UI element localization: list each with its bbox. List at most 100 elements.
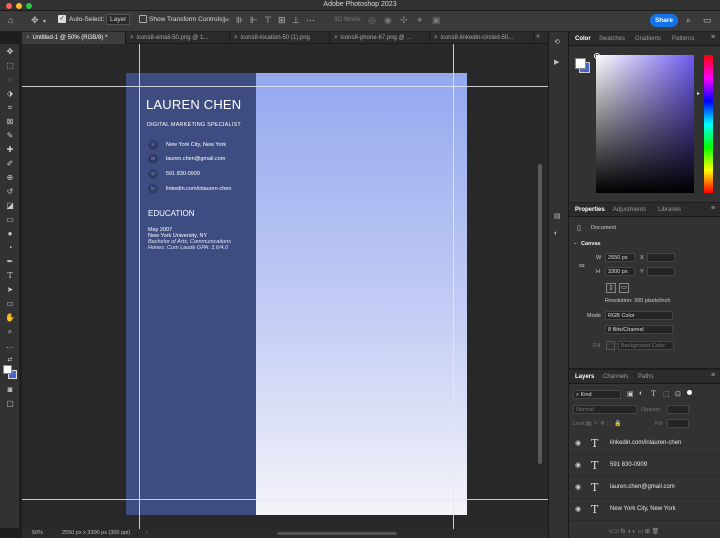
- color-picker-handle[interactable]: [594, 53, 600, 59]
- tab-color[interactable]: Color: [575, 32, 591, 46]
- align-center-icon[interactable]: ⊪: [236, 15, 244, 26]
- chevron-right-icon[interactable]: ›: [146, 530, 148, 536]
- vertical-scrollbar[interactable]: [538, 164, 542, 464]
- pen-tool-icon[interactable]: ✒: [3, 256, 17, 268]
- orbit-3d-icon[interactable]: ◎: [368, 15, 376, 26]
- object-select-tool-icon[interactable]: ⬗: [3, 88, 17, 100]
- more-tabs-icon[interactable]: »: [536, 33, 540, 40]
- close-icon[interactable]: ×: [130, 35, 134, 41]
- fill-color-swatch[interactable]: [606, 341, 615, 350]
- height-field[interactable]: 3300 px: [605, 267, 635, 276]
- gradient-tool-icon[interactable]: ▭: [3, 214, 17, 226]
- close-icon[interactable]: ×: [26, 35, 30, 41]
- horizontal-guide[interactable]: [22, 86, 548, 87]
- tab-channels[interactable]: Channels: [603, 370, 628, 384]
- align-left-icon[interactable]: ⊫: [222, 15, 230, 26]
- document-canvas[interactable]: LAUREN CHEN DIGITAL MARKETING SPECIALIST…: [126, 73, 467, 515]
- brush-tool-icon[interactable]: ✐: [3, 158, 17, 170]
- layer-item[interactable]: ◉ T New York City, New York: [569, 499, 720, 521]
- tab-phone-icon-file[interactable]: × icons8-phone-67.png @ ...: [330, 32, 430, 44]
- visibility-eye-icon[interactable]: ◉: [575, 505, 581, 513]
- scale-3d-icon[interactable]: ▣: [432, 15, 441, 26]
- tab-patterns[interactable]: Patterns: [672, 32, 694, 46]
- visibility-eye-icon[interactable]: ◉: [575, 483, 581, 491]
- layer-item[interactable]: ◉ T lauren.chen@gmail.com: [569, 477, 720, 499]
- actions-panel-icon[interactable]: ▶: [554, 58, 559, 66]
- layer-select[interactable]: Layer: [106, 14, 131, 25]
- tab-email-icon-file[interactable]: × icons8-email-50.png @ 1...: [126, 32, 230, 44]
- slide-3d-icon[interactable]: ✦: [416, 15, 424, 26]
- tab-adjustments[interactable]: Adjustments: [613, 203, 646, 217]
- home-icon[interactable]: ⌂: [8, 15, 13, 25]
- history-panel-icon[interactable]: ⟲: [554, 38, 560, 46]
- close-icon[interactable]: ×: [334, 35, 338, 41]
- healing-brush-tool-icon[interactable]: ✚: [3, 144, 17, 156]
- align-bottom-icon[interactable]: ⊥: [292, 15, 300, 26]
- filter-type-icon[interactable]: T: [651, 390, 656, 398]
- eraser-tool-icon[interactable]: ◪: [3, 200, 17, 212]
- move-tool-icon[interactable]: ✥: [31, 15, 39, 26]
- zoom-level[interactable]: 50%: [32, 530, 43, 536]
- tab-linkedin-icon-file[interactable]: × icons8-linkedin-circled-50...: [430, 32, 534, 44]
- hand-tool-icon[interactable]: ✋: [3, 312, 17, 324]
- vertical-guide[interactable]: [139, 44, 140, 529]
- filter-toggle[interactable]: [687, 390, 692, 395]
- zoom-tool-icon[interactable]: ⌕: [3, 326, 17, 338]
- tab-untitled-1[interactable]: × Untitled-1 @ 50% (RGB/8) *: [22, 32, 126, 44]
- tab-layers[interactable]: Layers: [575, 370, 594, 384]
- quick-mask-icon[interactable]: ◙: [3, 384, 17, 396]
- bit-depth-select[interactable]: 8 Bits/Channel: [605, 325, 673, 334]
- vertical-guide[interactable]: [453, 44, 454, 529]
- panel-menu-icon[interactable]: ≡: [711, 372, 715, 379]
- distribute-icon[interactable]: ⋯: [306, 15, 315, 26]
- horizontal-guide[interactable]: [22, 499, 548, 500]
- layer-item[interactable]: ◉ T linkedin.com/inlauren-chen: [569, 433, 720, 455]
- filter-adjustment-icon[interactable]: ◐: [639, 390, 643, 397]
- hue-slider-handle-icon[interactable]: ▸: [697, 90, 700, 97]
- width-field[interactable]: 2550 px: [605, 253, 635, 262]
- blur-tool-icon[interactable]: ●: [3, 228, 17, 240]
- filter-pixel-icon[interactable]: ▣: [627, 390, 634, 398]
- visibility-eye-icon[interactable]: ◉: [575, 461, 581, 469]
- move-tool-icon[interactable]: ✥: [3, 46, 17, 58]
- pan-3d-icon[interactable]: ✣: [400, 15, 408, 26]
- y-field[interactable]: [647, 267, 675, 276]
- blend-mode-select[interactable]: Normal: [573, 405, 637, 414]
- adjustments-panel-icon[interactable]: ◐: [554, 230, 558, 237]
- lock-icons[interactable]: ▦ ✎ ✥ ⬚ 🔒: [586, 420, 622, 427]
- type-tool-icon[interactable]: T: [3, 270, 17, 282]
- tab-libraries[interactable]: Libraries: [658, 203, 681, 217]
- align-top-icon[interactable]: ⊤: [264, 15, 272, 26]
- link-dimensions-icon[interactable]: ∞: [579, 261, 585, 270]
- hue-slider[interactable]: [704, 55, 713, 193]
- canvas-area[interactable]: LAUREN CHEN DIGITAL MARKETING SPECIALIST…: [22, 44, 548, 529]
- history-brush-tool-icon[interactable]: ↺: [3, 186, 17, 198]
- panel-menu-icon[interactable]: ≡: [711, 205, 715, 212]
- frame-tool-icon[interactable]: ⊠: [3, 116, 17, 128]
- workspace-icon[interactable]: ▭: [703, 15, 712, 26]
- artboard-tool-icon[interactable]: ⬚: [3, 60, 17, 72]
- rectangle-tool-icon[interactable]: ▭: [3, 298, 17, 310]
- chevron-down-icon[interactable]: ⌄: [573, 240, 578, 246]
- opacity-field[interactable]: [667, 405, 689, 414]
- align-right-icon[interactable]: ⊩: [250, 15, 258, 26]
- chevron-down-icon[interactable]: ▾: [43, 18, 46, 25]
- foreground-color-chip[interactable]: [575, 58, 586, 69]
- x-field[interactable]: [647, 253, 675, 262]
- panel-menu-icon[interactable]: ≡: [711, 34, 715, 41]
- foreground-color-swatch[interactable]: [3, 365, 12, 374]
- layers-footer-icons[interactable]: ⊂⊃ fx ◑ ◐ ▭ ⊞ 🗑: [609, 528, 659, 535]
- close-icon[interactable]: ×: [234, 35, 238, 41]
- tab-swatches[interactable]: Swatches: [599, 32, 625, 46]
- color-mode-select[interactable]: RGB Color: [605, 311, 673, 320]
- search-icon[interactable]: ⌕: [686, 15, 691, 26]
- auto-select-checkbox[interactable]: ✓: [58, 15, 66, 23]
- share-button[interactable]: Share: [650, 14, 678, 27]
- clone-stamp-tool-icon[interactable]: ⊕: [3, 172, 17, 184]
- more-tools-icon[interactable]: …: [3, 340, 17, 352]
- filter-shape-icon[interactable]: ⬚: [663, 390, 670, 398]
- fill-select[interactable]: Background Color: [618, 341, 674, 350]
- close-icon[interactable]: ×: [434, 35, 438, 41]
- path-selection-tool-icon[interactable]: ➤: [3, 284, 17, 296]
- tab-gradients[interactable]: Gradients: [635, 32, 661, 46]
